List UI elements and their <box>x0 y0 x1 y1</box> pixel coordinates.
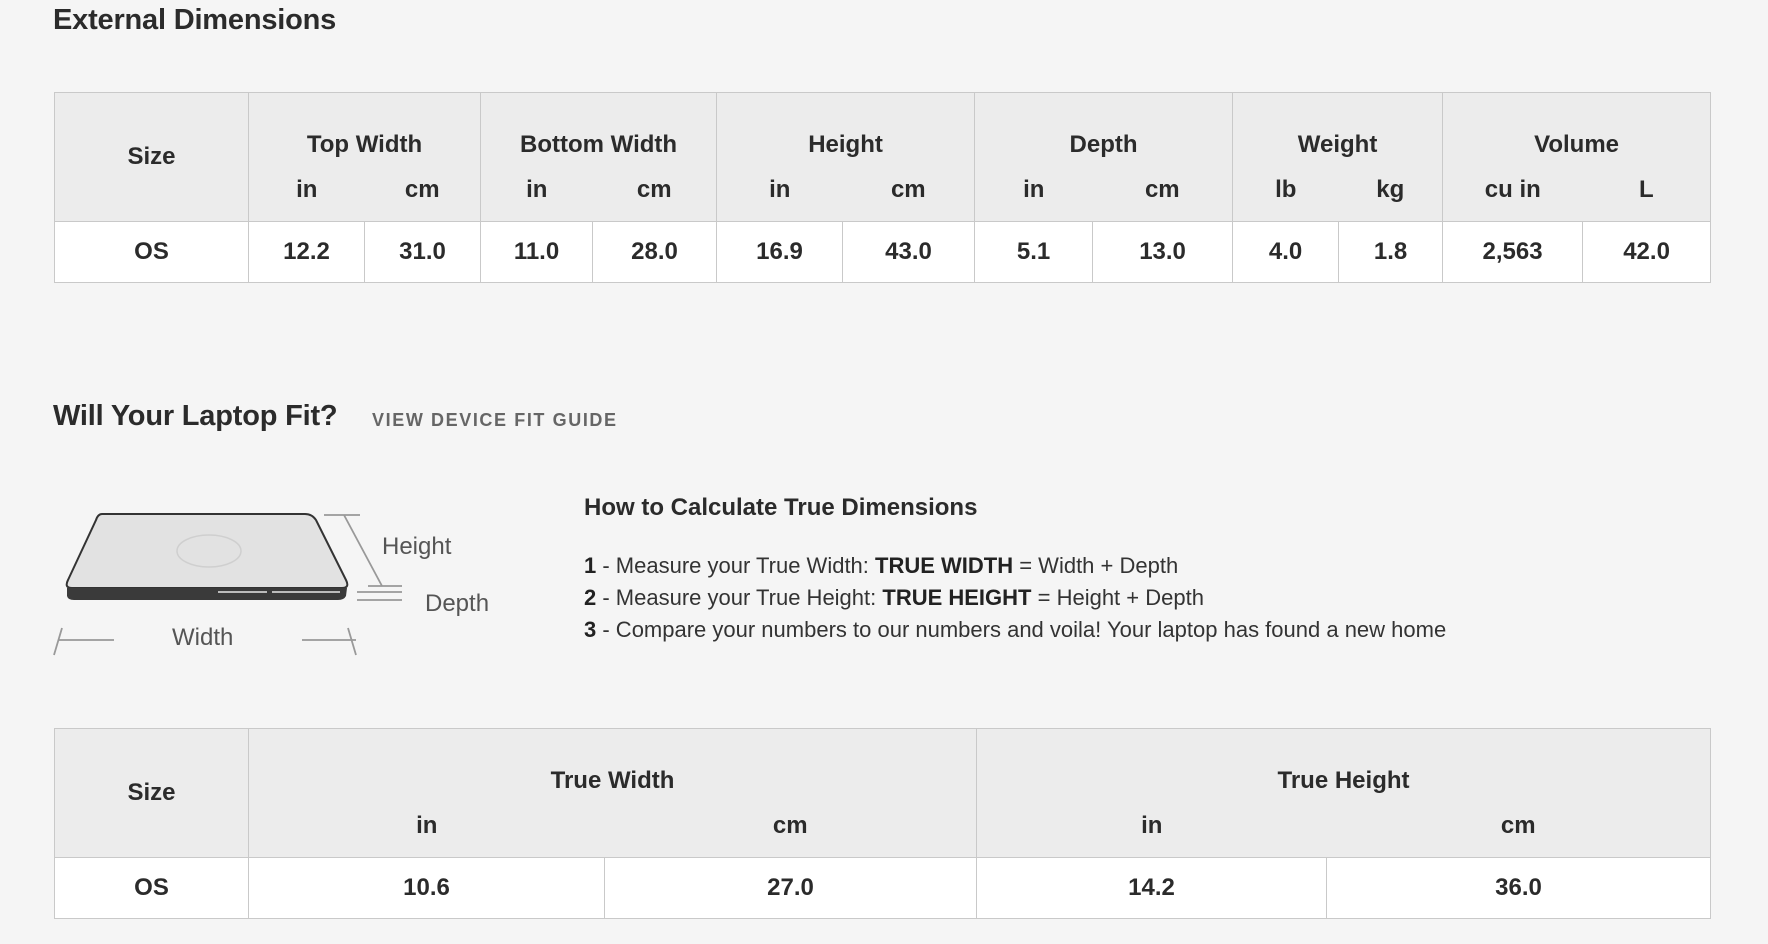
table-row: OS 12.2 31.0 11.0 28.0 16.9 43.0 5.1 13.… <box>54 221 1712 283</box>
step-formula: = Height + Depth <box>1031 585 1204 610</box>
laptop-diagram: Height Depth Width <box>50 500 510 670</box>
instruction-step-1: 1 - Measure your True Width: TRUE WIDTH … <box>584 550 1584 582</box>
true-dimensions-instructions: How to Calculate True Dimensions 1 - Mea… <box>584 494 1584 646</box>
table-cell: 2,563 <box>1442 221 1584 283</box>
table-cell: 1.8 <box>1338 221 1444 283</box>
table-cell: 27.0 <box>604 857 977 919</box>
diagram-width-label: Width <box>172 624 234 651</box>
table-cell: 13.0 <box>1092 221 1234 283</box>
weight-header: Weight <box>1232 92 1444 163</box>
unit-header: cm <box>364 163 482 222</box>
step-formula-label: TRUE HEIGHT <box>882 585 1032 610</box>
volume-header: Volume <box>1442 92 1712 163</box>
table-cell: 14.2 <box>976 857 1327 919</box>
unit-header: lb <box>1232 163 1339 222</box>
step-text: - Measure your True Width: <box>596 553 876 578</box>
unit-header: cm <box>592 163 718 222</box>
table-cell: 5.1 <box>974 221 1094 283</box>
table-cell: 12.2 <box>248 221 365 283</box>
size-cell: OS <box>54 857 249 919</box>
table-cell: 43.0 <box>842 221 976 283</box>
unit-header: cm <box>604 799 977 858</box>
step-text: - Measure your True Height: <box>596 585 883 610</box>
size-cell: OS <box>54 221 249 283</box>
external-dimensions-table: Size Top Width Bottom Width Height Depth… <box>54 92 1712 283</box>
instructions-title: How to Calculate True Dimensions <box>584 494 978 521</box>
laptop-fit-title: Will Your Laptop Fit? <box>53 400 338 432</box>
unit-header: in <box>716 163 843 222</box>
step-number: 2 <box>584 585 597 610</box>
unit-header: in <box>248 163 365 222</box>
step-number: 1 <box>584 553 597 578</box>
unit-header: cu in <box>1442 163 1583 222</box>
unit-header: kg <box>1338 163 1444 222</box>
unit-header: in <box>480 163 593 222</box>
unit-header: in <box>974 163 1093 222</box>
top-width-header: Top Width <box>247 92 482 163</box>
table-cell: 42.0 <box>1582 221 1712 283</box>
true-dimensions-table: Size True Width True Height in cm in cm … <box>54 728 1712 919</box>
height-header: Height <box>716 92 976 163</box>
instruction-step-2: 2 - Measure your True Height: TRUE HEIGH… <box>584 582 1584 614</box>
table-cell: 4.0 <box>1232 221 1340 283</box>
table-cell: 31.0 <box>363 221 482 283</box>
unit-header: cm <box>842 163 976 222</box>
external-dimensions-title: External Dimensions <box>53 4 337 36</box>
bottom-width-header: Bottom Width <box>480 92 718 163</box>
step-formula: = Width + Depth <box>1013 553 1179 578</box>
true-height-header: True Height <box>975 728 1712 799</box>
unit-header: cm <box>1326 799 1712 858</box>
step-number: 3 <box>584 617 597 642</box>
true-width-header: True Width <box>248 728 977 799</box>
unit-header: in <box>248 799 605 858</box>
unit-header: L <box>1582 163 1712 222</box>
table-row: OS 10.6 27.0 14.2 36.0 <box>54 857 1712 919</box>
table-cell: 11.0 <box>480 221 594 283</box>
instruction-step-3: 3 - Compare your numbers to our numbers … <box>584 614 1584 646</box>
table-cell: 36.0 <box>1325 857 1712 919</box>
laptop-illustration <box>53 513 402 656</box>
diagram-height-label: Height <box>382 533 452 560</box>
unit-header: cm <box>1092 163 1234 222</box>
unit-header: in <box>976 799 1327 858</box>
step-formula-label: TRUE WIDTH <box>875 553 1014 578</box>
step-text: - Compare your numbers to our numbers an… <box>596 617 1447 642</box>
depth-header: Depth <box>974 92 1234 163</box>
table-cell: 28.0 <box>592 221 718 283</box>
table-cell: 10.6 <box>248 857 605 919</box>
table-cell: 16.9 <box>716 221 844 283</box>
size-header: Size <box>54 728 249 858</box>
diagram-depth-label: Depth <box>425 590 490 617</box>
view-device-fit-guide-link[interactable]: VIEW DEVICE FIT GUIDE <box>372 410 618 431</box>
size-header: Size <box>54 92 249 222</box>
